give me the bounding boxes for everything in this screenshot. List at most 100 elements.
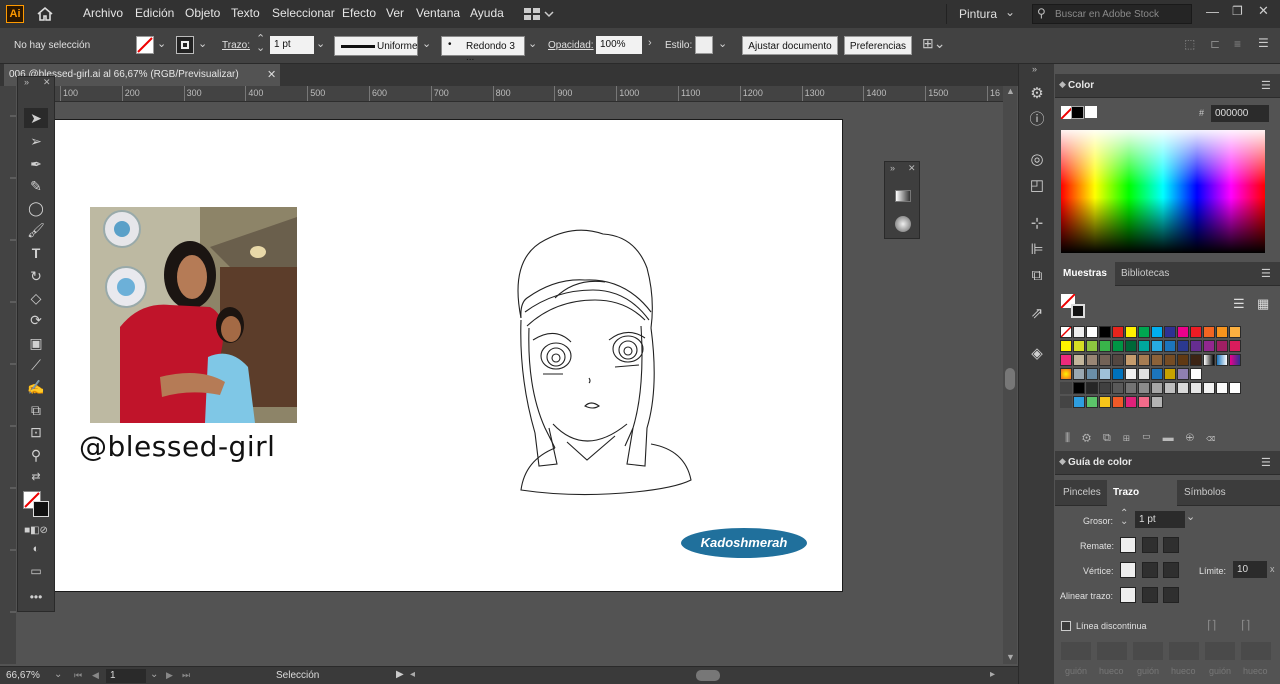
swatch[interactable] <box>1151 326 1163 338</box>
swatch[interactable] <box>1151 354 1163 366</box>
white-swatch[interactable] <box>1085 106 1097 118</box>
round-join-button[interactable] <box>1142 562 1158 578</box>
vertical-scrollbar[interactable]: ▲ ▼ <box>1003 86 1017 664</box>
dashed-line-checkbox[interactable] <box>1061 621 1071 631</box>
color-panel-header[interactable]: ◆ Color ☰ <box>1055 74 1280 98</box>
layers-icon[interactable]: ◈ <box>1027 344 1047 364</box>
artboard[interactable]: @blessed-girl Kadoshmerah <box>54 119 843 592</box>
signature-badge[interactable]: Kadoshmerah <box>681 528 807 558</box>
open-group-icon[interactable]: ▭ <box>1142 432 1163 444</box>
pen-tool-icon[interactable]: ✒ <box>24 154 48 174</box>
hex-input[interactable]: 000000 <box>1211 105 1269 122</box>
stroke-weight-input[interactable]: 1 pt <box>270 36 314 54</box>
stroke-swatch[interactable] <box>33 501 49 517</box>
color-mode-icon[interactable]: ■◧⊘ <box>24 521 48 541</box>
chevron-down-icon[interactable]: ⌄ <box>718 37 727 50</box>
swatch-group-folder[interactable] <box>1060 382 1072 394</box>
swatch-pattern[interactable] <box>1125 368 1137 380</box>
appearance-icon[interactable]: ◎ <box>1027 150 1047 170</box>
dash-input[interactable] <box>1205 642 1235 660</box>
swatch[interactable] <box>1099 396 1111 408</box>
stroke-weight-input[interactable]: 1 pt <box>1135 511 1185 528</box>
eyedropper-tool-icon[interactable]: ⟋ <box>24 355 48 375</box>
collapse-icon[interactable]: » <box>890 163 895 173</box>
dash-input[interactable] <box>1133 642 1163 660</box>
swatch[interactable] <box>1099 340 1111 352</box>
selection-tool-icon[interactable]: ➤ <box>24 108 48 128</box>
scroll-up-icon[interactable]: ▲ <box>1006 86 1015 96</box>
swatch[interactable] <box>1125 354 1137 366</box>
gradient-tool-icon[interactable]: ▣ <box>24 333 48 353</box>
screen-mode-icon[interactable]: ▭ <box>24 561 48 581</box>
restore-icon[interactable]: ❐ <box>1232 4 1243 18</box>
export-icon[interactable]: ⇗ <box>1027 304 1047 324</box>
swatch[interactable] <box>1125 326 1137 338</box>
swatch[interactable] <box>1177 382 1189 394</box>
round-cap-button[interactable] <box>1142 537 1158 553</box>
menu-efecto[interactable]: Efecto <box>342 6 376 20</box>
next-artboard-icon[interactable]: ▶ <box>166 670 173 681</box>
swatch[interactable] <box>1112 354 1124 366</box>
menu-ver[interactable]: Ver <box>386 6 404 20</box>
chevron-down-icon[interactable]: ⌄ <box>422 37 431 50</box>
minimize-icon[interactable]: — <box>1206 4 1219 19</box>
dash-preserve-icon[interactable]: ⌈⌉ <box>1241 618 1250 632</box>
swatch[interactable] <box>1190 340 1202 352</box>
swatch-pattern[interactable] <box>1177 368 1189 380</box>
paintbrush-tool-icon[interactable]: 🖌 <box>24 220 48 240</box>
stroke-swatch[interactable] <box>176 36 194 54</box>
close-icon[interactable]: ✕ <box>43 77 51 88</box>
info-icon[interactable]: ⓘ <box>1027 110 1047 130</box>
gradient-icon[interactable] <box>895 190 911 202</box>
new-swatch-icon[interactable]: ⊕ <box>1186 432 1206 444</box>
artboard-number-input[interactable]: 1 <box>106 669 146 683</box>
close-icon[interactable]: ✕ <box>908 163 916 174</box>
swatch[interactable] <box>1086 326 1098 338</box>
swatch[interactable] <box>1060 340 1072 352</box>
rotate-tool-icon[interactable]: ↻ <box>24 266 48 286</box>
swatch[interactable] <box>1164 354 1176 366</box>
adjust-document-button[interactable]: Ajustar documento <box>742 36 838 55</box>
chevron-down-icon[interactable]: ⌄ <box>528 37 537 50</box>
direct-selection-tool-icon[interactable]: ➢ <box>24 131 48 151</box>
swatch[interactable] <box>1229 340 1241 352</box>
swatch-pattern[interactable] <box>1138 368 1150 380</box>
chevron-down-icon[interactable]: ⌄ <box>198 37 207 50</box>
scroll-down-icon[interactable]: ▼ <box>1006 652 1015 662</box>
chevron-down-icon[interactable]: ⌄ <box>54 669 62 680</box>
scroll-right-icon[interactable]: ▸ <box>990 669 995 680</box>
menu-texto[interactable]: Texto <box>231 6 260 20</box>
stroke-profile-select[interactable]: Uniforme <box>334 36 418 56</box>
zoom-tool-icon[interactable]: ⚲ <box>24 445 48 465</box>
swatch[interactable] <box>1073 382 1085 394</box>
swatch[interactable] <box>1216 340 1228 352</box>
stock-search[interactable]: ⚲ Buscar en Adobe Stock <box>1032 4 1192 24</box>
tab-bibliotecas[interactable]: Bibliotecas <box>1121 268 1169 279</box>
chevron-down-icon[interactable]: ⌄ <box>316 37 325 50</box>
tab-simbolos[interactable]: Símbolos <box>1184 487 1226 498</box>
swatch-options-icon[interactable]: ⧉ <box>1103 432 1123 444</box>
scroll-left-icon[interactable]: ◂ <box>410 669 415 680</box>
swatch-none[interactable] <box>1060 326 1072 338</box>
swatch[interactable] <box>1151 396 1163 408</box>
arrange-documents-icon[interactable] <box>524 8 554 20</box>
color-guide-header[interactable]: ◆ Guía de color ☰ <box>1055 451 1280 475</box>
fill-none-swatch[interactable] <box>136 36 154 54</box>
panel-menu-icon[interactable]: ☰ <box>1261 267 1271 280</box>
swatch-pattern[interactable] <box>1151 368 1163 380</box>
collapse-icon[interactable]: » <box>24 77 29 87</box>
horizontal-scroll-thumb[interactable] <box>696 670 720 681</box>
swatch[interactable] <box>1229 382 1241 394</box>
more-tools-icon[interactable]: ••• <box>24 587 48 607</box>
swatch-gradient[interactable] <box>1216 354 1228 366</box>
blend-tool-icon[interactable]: ✍ <box>24 377 48 397</box>
brush-select[interactable]: • Redondo 3 ... <box>441 36 525 63</box>
tab-trazo[interactable]: Trazo <box>1107 480 1177 506</box>
swatch[interactable] <box>1151 340 1163 352</box>
swatch[interactable] <box>1125 396 1137 408</box>
eraser-tool-icon[interactable]: ◇ <box>24 288 48 308</box>
color-spectrum[interactable] <box>1061 130 1265 253</box>
collapse-icon[interactable]: » <box>1032 64 1037 74</box>
blessed-girl-handle-text[interactable]: @blessed-girl <box>79 430 275 463</box>
new-color-group-icon[interactable]: ⊞ <box>1123 432 1142 444</box>
